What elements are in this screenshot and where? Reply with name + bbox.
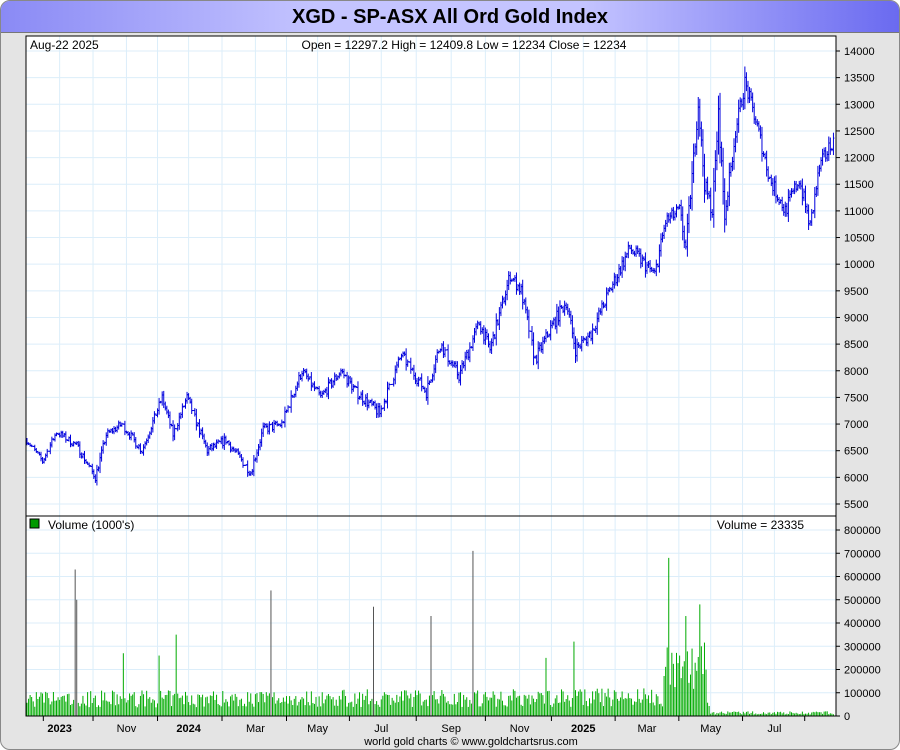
volume-tick-label: 800000 xyxy=(844,525,881,537)
ohlc-readout: Open = 12297.2 High = 12409.8 Low = 1223… xyxy=(302,38,627,52)
volume-legend: Volume (1000's) xyxy=(48,518,134,532)
price-tick-label: 7500 xyxy=(844,392,868,404)
x-tick-label: May xyxy=(700,723,721,735)
price-tick-label: 11000 xyxy=(844,206,874,218)
x-tick-label: 2025 xyxy=(571,723,595,735)
volume-tick-label: 400000 xyxy=(844,618,881,630)
date-readout: Aug-22 2025 xyxy=(30,38,99,52)
volume-tick-label: 500000 xyxy=(844,595,881,607)
volume-tick-label: 300000 xyxy=(844,641,881,653)
x-tick-label: Jul xyxy=(374,723,388,735)
price-tick-label: 10000 xyxy=(844,259,875,271)
volume-tick-label: 200000 xyxy=(844,665,881,677)
price-tick-label: 11500 xyxy=(844,179,874,191)
x-tick-label: Mar xyxy=(638,723,657,735)
plot-area xyxy=(25,35,837,717)
footer-credit: world gold charts © www.goldchartsrus.co… xyxy=(363,736,578,748)
price-tick-label: 10500 xyxy=(844,233,875,245)
price-tick-label: 12000 xyxy=(844,153,875,165)
price-tick-label: 14000 xyxy=(844,46,875,58)
price-tick-label: 13500 xyxy=(844,73,875,85)
x-tick-label: May xyxy=(307,723,328,735)
chart-svg: 5500 6000 6500 7000 7500 8000 8500 9000 9500 1000… xyxy=(25,35,881,748)
x-tick-label: Sep xyxy=(441,723,461,735)
price-tick-label: 9500 xyxy=(844,286,868,298)
price-tick-label: 12500 xyxy=(844,126,875,138)
price-tick-label: 6500 xyxy=(844,446,868,458)
x-tick-label: 2024 xyxy=(176,723,201,735)
price-tick-label: 5500 xyxy=(844,499,868,511)
volume-tick-label: 100000 xyxy=(844,688,881,700)
x-tick-label: Nov xyxy=(510,723,530,735)
price-tick-label: 6000 xyxy=(844,472,868,484)
x-tick-label: Mar xyxy=(246,723,265,735)
price-tick-label: 9000 xyxy=(844,312,868,324)
volume-legend-swatch xyxy=(29,518,40,529)
volume-tick-label: 700000 xyxy=(844,548,881,560)
volume-readout: Volume = 23335 xyxy=(717,518,804,532)
x-tick-label: Nov xyxy=(117,723,137,735)
volume-tick-label: 0 xyxy=(844,711,850,723)
volume-tick-label: 600000 xyxy=(844,572,881,584)
price-tick-label: 8000 xyxy=(844,366,868,378)
x-tick-label: Jul xyxy=(767,723,781,735)
price-tick-label: 7000 xyxy=(844,419,868,431)
price-tick-label: 13000 xyxy=(844,99,875,111)
x-tick-label: 2023 xyxy=(47,723,71,735)
price-tick-label: 8500 xyxy=(844,339,868,351)
chart-window: XGD - SP-ASX All Ord Gold Index 5500 6000… xyxy=(0,0,900,750)
